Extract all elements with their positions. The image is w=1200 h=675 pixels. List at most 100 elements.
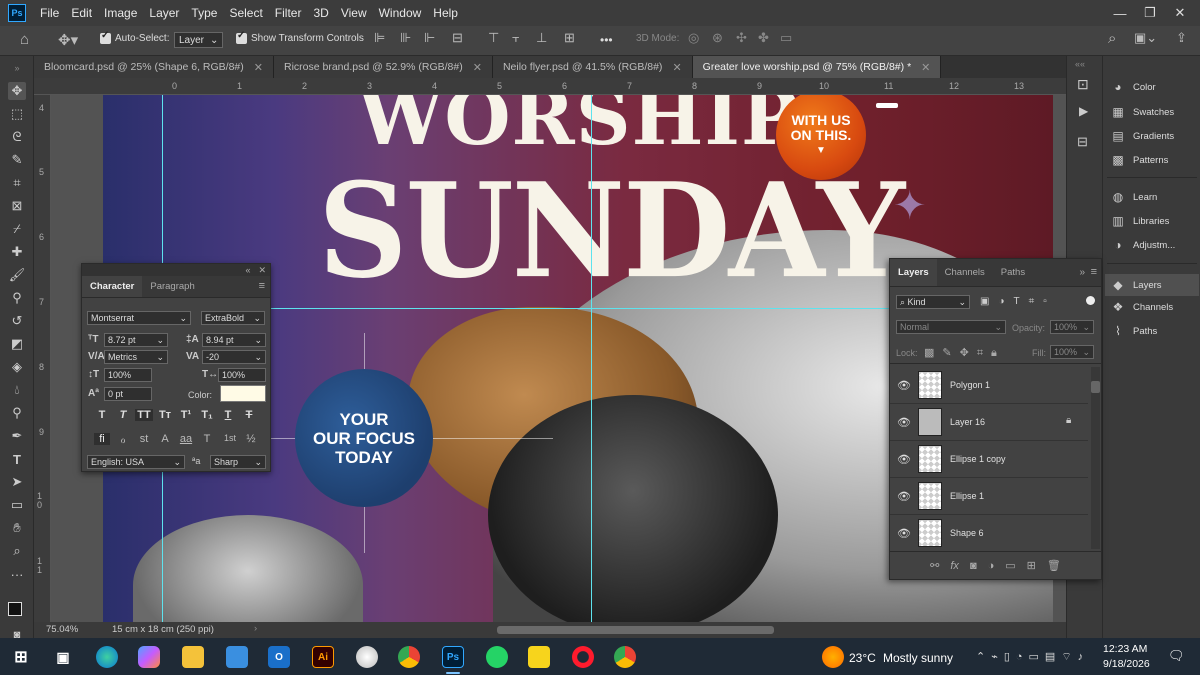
eraser-tool-icon[interactable]: ◩ xyxy=(8,335,26,353)
superscript-button[interactable]: T¹ xyxy=(179,409,193,421)
chrome-profile-icon[interactable] xyxy=(614,646,636,668)
dodge-tool-icon[interactable]: ⚲ xyxy=(8,404,26,422)
tab-layers[interactable]: Layers xyxy=(890,259,937,286)
menu-image[interactable]: Image xyxy=(98,6,143,20)
layer-row-layer-16[interactable]: 👁︎ Layer 16 🔒︎ xyxy=(890,404,1088,441)
panel-menu-icon[interactable]: ≡ xyxy=(259,280,265,292)
healing-brush-icon[interactable]: ✚ xyxy=(8,243,26,261)
menu-3d[interactable]: 3D xyxy=(307,6,334,20)
visibility-eye-icon[interactable]: 👁︎ xyxy=(890,416,918,429)
ordinals-button[interactable]: 1st xyxy=(219,433,241,443)
leading-field[interactable]: 8.94 pt ⌄ xyxy=(202,333,266,347)
ligatures-button[interactable]: fi xyxy=(94,433,110,445)
layer-row-shape-6[interactable]: 👁︎ Shape 6 xyxy=(890,515,1088,552)
actions-panel-icon[interactable]: ▶ xyxy=(1079,104,1088,118)
weather-desc[interactable]: Mostly sunny xyxy=(883,651,953,665)
auto-select-dropdown[interactable]: Layer ⌄ xyxy=(174,32,224,48)
clock-time[interactable]: 12:23 AM xyxy=(1103,643,1147,655)
file-explorer-icon[interactable] xyxy=(182,646,204,668)
font-style-dropdown[interactable]: ExtraBold ⌄ xyxy=(201,311,265,325)
guide-vertical[interactable] xyxy=(591,95,592,622)
status-arrow-icon[interactable]: › xyxy=(254,623,257,634)
fractions-button[interactable]: ½ xyxy=(243,433,259,445)
align-right-icon[interactable]: ⊩ xyxy=(424,30,435,46)
faux-italic-button[interactable]: T xyxy=(116,409,130,421)
subscript-button[interactable]: T₁ xyxy=(200,409,214,421)
panel-color[interactable]: ◕ Color xyxy=(1111,80,1155,94)
eyedropper-tool-icon[interactable]: ⌿ xyxy=(8,220,26,238)
outlook-icon[interactable]: O xyxy=(268,646,290,668)
notification-icon[interactable]: 🗨︎ xyxy=(1168,648,1185,664)
more-options-button[interactable]: ••• xyxy=(600,33,613,47)
swash-button[interactable]: A xyxy=(157,433,173,445)
home-icon[interactable]: ⌂ xyxy=(20,31,29,48)
visibility-eye-icon[interactable]: 👁︎ xyxy=(890,379,918,392)
baseline-shift-field[interactable]: 0 pt xyxy=(104,387,152,401)
tab-neilo-flyer[interactable]: Neilo flyer.psd @ 41.5% (RGB/8#) ✕ xyxy=(492,56,693,78)
lasso-tool-icon[interactable]: ᘓ xyxy=(8,128,26,146)
toolbar-collapse-icon[interactable]: » xyxy=(8,59,26,77)
horizontal-scale-field[interactable]: 100% xyxy=(218,368,266,382)
layers-scrollbar[interactable] xyxy=(1091,367,1100,549)
fx-icon[interactable]: fx xyxy=(950,560,959,572)
tab-ricrose-brand[interactable]: Ricrose brand.psd @ 52.9% (RGB/8#) ✕ xyxy=(273,56,493,78)
clone-stamp-icon[interactable]: ⚲ xyxy=(8,289,26,307)
paint-icon[interactable] xyxy=(356,646,378,668)
opera-icon[interactable] xyxy=(572,646,594,668)
layer-row-ellipse-1-copy[interactable]: 👁︎ Ellipse 1 copy xyxy=(890,441,1088,478)
photoshop-logo-icon[interactable]: Ps xyxy=(8,4,26,22)
3d-slide-icon[interactable]: ✤ xyxy=(758,30,769,46)
foreground-color-swatch[interactable] xyxy=(8,602,22,616)
close-panel-icon[interactable]: ✕ xyxy=(258,265,266,276)
align-bottom-icon[interactable]: ⊥ xyxy=(536,30,547,46)
align-top-icon[interactable]: ⊤ xyxy=(488,30,499,46)
3d-roll-icon[interactable]: ⊛ xyxy=(712,30,723,46)
panel-adjustments[interactable]: ◑ Adjustm... xyxy=(1111,238,1175,252)
blur-tool-icon[interactable]: 💧︎ xyxy=(8,381,26,399)
all-caps-button[interactable]: TT xyxy=(135,409,153,421)
font-family-dropdown[interactable]: Montserrat ⌄ xyxy=(87,311,191,325)
font-size-field[interactable]: 8.72 pt ⌄ xyxy=(104,333,168,347)
history-panel-icon[interactable]: ⊡ xyxy=(1077,76,1089,93)
layers-menu-icon[interactable]: ≡ xyxy=(1091,266,1097,278)
opacity-field[interactable]: 100% ⌄ xyxy=(1050,320,1094,334)
filter-toggle-icon[interactable] xyxy=(1086,296,1095,305)
text-color-swatch[interactable] xyxy=(220,385,266,402)
tab-paragraph[interactable]: Paragraph xyxy=(142,276,202,297)
distribute-vertical-icon[interactable]: ⊞ xyxy=(564,30,575,46)
weather-temp[interactable]: 23°C xyxy=(849,651,876,665)
align-left-icon[interactable]: ⊫ xyxy=(374,30,385,46)
system-tray-icons[interactable]: ⌃⌁▯◔▭▤⌔♪ xyxy=(976,650,1089,664)
underline-button[interactable]: T xyxy=(221,409,235,421)
collapse-panel-icon[interactable]: « xyxy=(245,265,250,275)
panel-libraries[interactable]: ▥ Libraries xyxy=(1111,214,1169,228)
align-middle-icon[interactable]: ⫟ xyxy=(512,30,520,46)
hand-tool-icon[interactable]: ✋︎ xyxy=(8,519,26,537)
panel-layers[interactable]: ◆ Layers xyxy=(1105,274,1199,296)
show-transform-checkbox[interactable]: Show Transform Controls xyxy=(236,30,364,44)
kerning-dropdown[interactable]: Metrics ⌄ xyxy=(104,350,168,364)
panel-learn[interactable]: ◍ Learn xyxy=(1111,190,1158,204)
panel-swatches[interactable]: ▦ Swatches xyxy=(1111,105,1174,119)
properties-panel-icon[interactable]: ⊟ xyxy=(1077,134,1088,150)
tab-close-icon[interactable]: ✕ xyxy=(473,61,482,74)
strip-collapse-icon[interactable]: «« xyxy=(1075,59,1085,69)
layer-filter-dropdown[interactable]: ⌕ Kind ⌄ xyxy=(896,295,970,309)
link-icon[interactable]: ⚯ xyxy=(930,559,939,572)
small-caps-button[interactable]: Tт xyxy=(157,409,173,421)
blend-mode-dropdown[interactable]: Normal ⌄ xyxy=(896,320,1006,334)
tab-character[interactable]: Character xyxy=(82,276,143,297)
horizontal-scrollbar[interactable] xyxy=(497,626,774,634)
menu-edit[interactable]: Edit xyxy=(65,6,98,20)
crop-tool-icon[interactable]: ⌗ xyxy=(8,174,26,192)
tracking-field[interactable]: -20 ⌄ xyxy=(202,350,266,364)
rectangle-tool-icon[interactable]: ▭ xyxy=(8,496,26,514)
folder-icon[interactable]: ▭ xyxy=(1005,559,1015,572)
zoom-tool-icon[interactable]: ⌕ xyxy=(8,542,26,560)
trash-icon[interactable]: 🗑︎ xyxy=(1047,559,1061,572)
move-tool-preset-icon[interactable]: ✥▾ xyxy=(58,31,78,49)
edge-icon[interactable] xyxy=(96,646,118,668)
store-icon[interactable] xyxy=(226,646,248,668)
zoom-level[interactable]: 75.04% xyxy=(46,624,78,635)
auto-select-checkbox[interactable]: Auto-Select: xyxy=(100,30,169,44)
